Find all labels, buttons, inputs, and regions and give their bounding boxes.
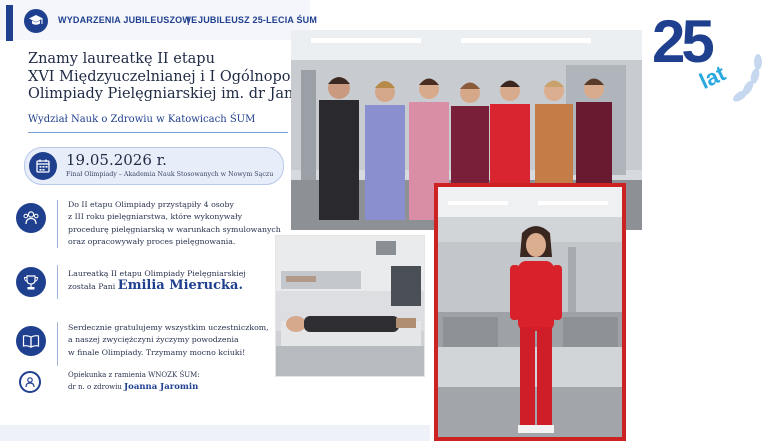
label-separator: | bbox=[187, 15, 190, 25]
tutor-line: Opiekunka z ramienia WNOZK ŚUM: bbox=[68, 371, 200, 379]
row-divider bbox=[57, 265, 58, 299]
winner-name: Emilia Mierucka. bbox=[117, 278, 243, 294]
section-label: WYDARZENIA JUBILEUSZOWE bbox=[58, 15, 198, 25]
headline-line-3: Olimpiady Pielęgniarskiej im. dr Janiny … bbox=[28, 86, 397, 102]
faculty-name: Wydział Nauk o Zdrowiu w Katowicach ŚUM bbox=[28, 114, 256, 125]
book-icon bbox=[16, 326, 46, 356]
tutor-prefix: dr n. o zdrowiu bbox=[68, 383, 122, 391]
congrats-line: a naszej zwyciężczyni życzymy powodzenia bbox=[68, 335, 239, 345]
simulation-room-photo bbox=[275, 235, 425, 377]
congrats-line: w finale Olimpiady. Trzymamy mocno kciuk… bbox=[68, 347, 246, 357]
row-divider bbox=[57, 322, 58, 366]
event-date: 19.05.2026 r. bbox=[66, 151, 167, 169]
person-icon bbox=[19, 371, 41, 393]
participants-line: procedurę pielęgniarską w warunkach symu… bbox=[68, 224, 281, 234]
winner-prefix: została Pani bbox=[68, 282, 116, 292]
winner-photo-frame bbox=[434, 183, 626, 441]
winner-photo bbox=[438, 187, 622, 437]
participants-line: Do II etapu Olimpiady przystąpiły 4 osob… bbox=[68, 200, 234, 209]
participants-line: oraz opracowywały proces pielęgnowania. bbox=[68, 237, 236, 247]
jubilee-label: JUBILEUSZ 25-LECIA ŚUM bbox=[198, 15, 318, 25]
congratulations-text: Serdecznie gratulujemy wszystkim uczestn… bbox=[68, 322, 269, 359]
anniversary-logo: 25 lat bbox=[648, 0, 768, 110]
graduation-cap-icon bbox=[24, 9, 48, 33]
row-divider bbox=[57, 200, 58, 248]
tutor-name: Joanna Jaromin bbox=[124, 382, 199, 392]
accent-bar bbox=[6, 5, 13, 41]
participants-text: Do II etapu Olimpiady przystąpiły 4 osob… bbox=[68, 199, 281, 249]
laurel-icon bbox=[733, 54, 762, 102]
divider bbox=[28, 132, 288, 133]
winner-text: Laureatką II etapu Olimpiady Pielęgniars… bbox=[68, 268, 246, 294]
headline: Znamy laureatkę II etapu XVI Międzyuczel… bbox=[28, 51, 397, 104]
tutor-text: Opiekunka z ramienia WNOZK ŚUM: dr n. o … bbox=[68, 369, 200, 393]
calendar-icon bbox=[29, 152, 57, 180]
trophy-icon bbox=[16, 267, 46, 297]
bottom-strip bbox=[0, 425, 430, 441]
event-subtitle: Finał Olimpiady – Akademia Nauk Stosowan… bbox=[66, 171, 274, 178]
participants-line: z III roku pielęgniarstwa, które wykonyw… bbox=[68, 212, 243, 222]
logo-number: 25 bbox=[652, 8, 713, 75]
people-icon bbox=[16, 203, 46, 233]
headline-line-2: XVI Międzyuczelnianej i I Ogólnopolskiej bbox=[28, 68, 330, 85]
headline-line-1: Znamy laureatkę II etapu bbox=[28, 51, 215, 67]
congrats-line: Serdecznie gratulujemy wszystkim uczestn… bbox=[68, 323, 269, 332]
